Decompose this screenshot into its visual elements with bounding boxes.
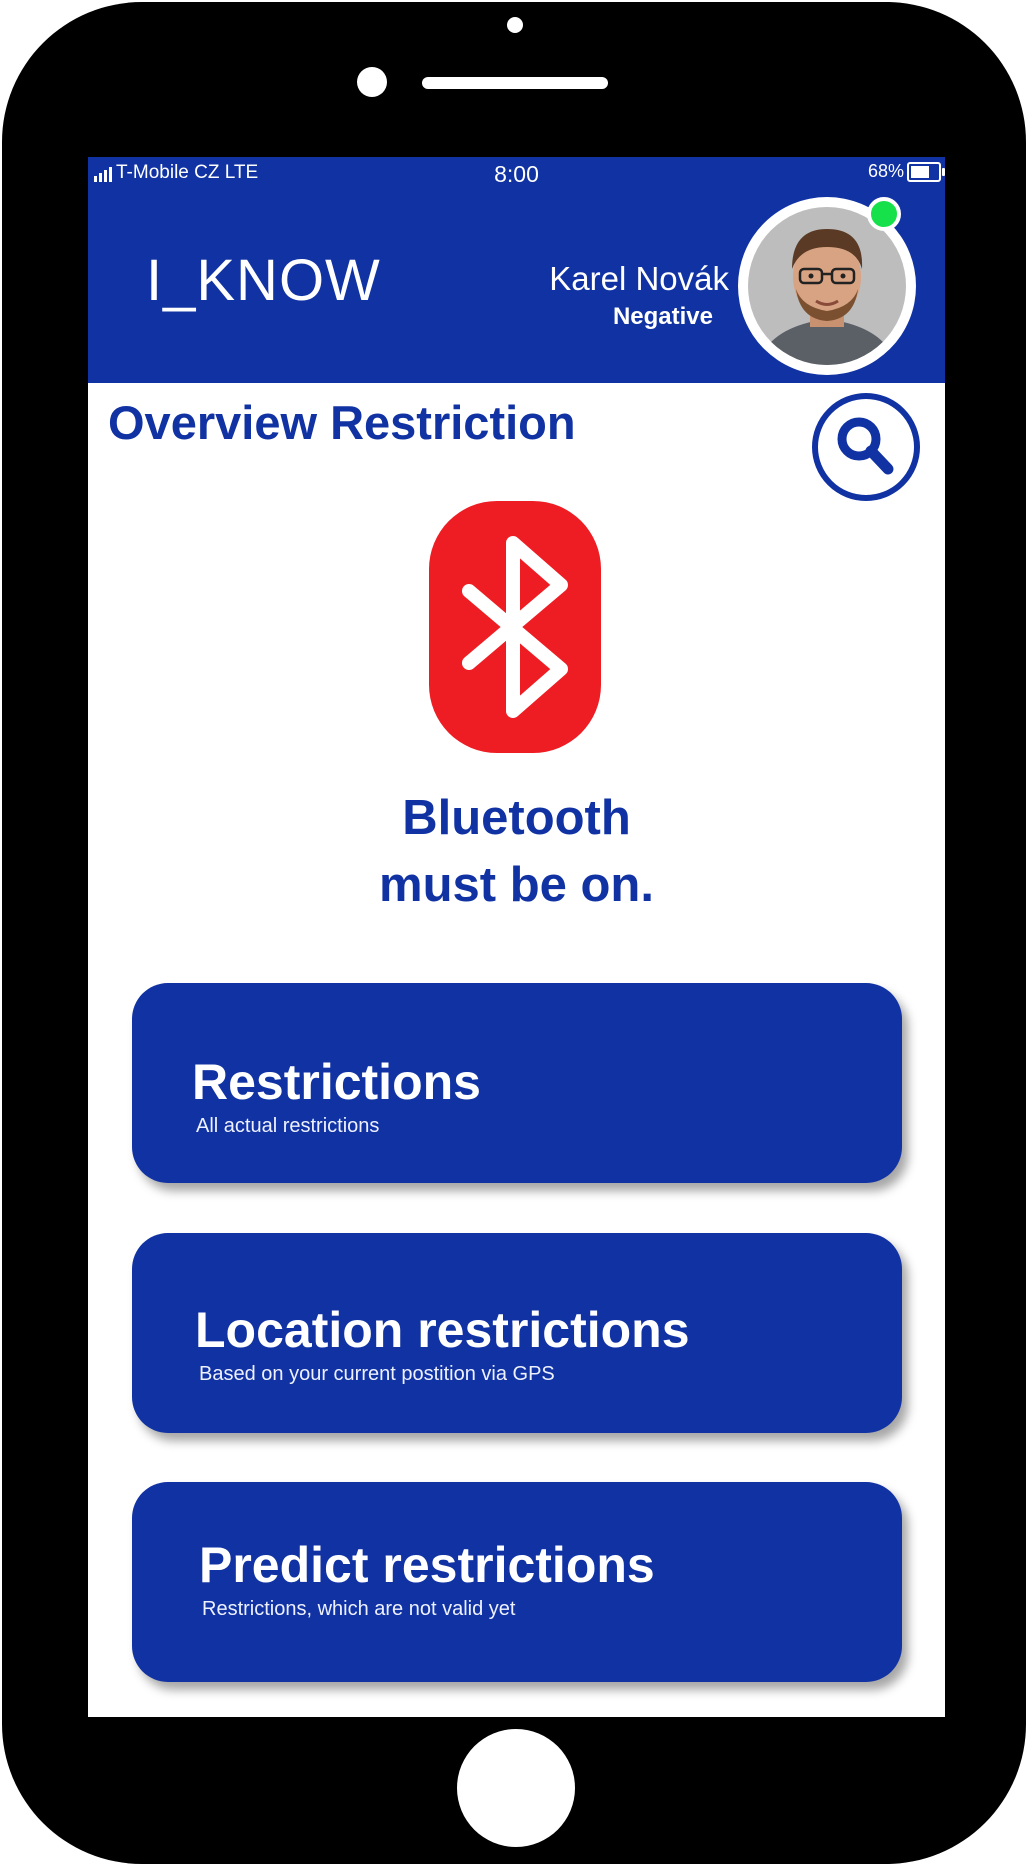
battery-percent: 68% [867, 161, 904, 181]
search-icon [812, 393, 920, 501]
app-header: T-Mobile CZ LTE 8:00 68% I_KNOW Karel No… [88, 157, 945, 383]
bluetooth-warning: Bluetooth must be on. [88, 785, 945, 919]
battery-icon [907, 161, 945, 182]
bluetooth-icon [462, 536, 568, 718]
user-name: Karel Novák [549, 260, 729, 297]
phone-frame: T-Mobile CZ LTE 8:00 68% I_KNOW Karel No… [2, 2, 1026, 1864]
app-logo: I_KNOW [146, 248, 381, 313]
proximity-sensor [507, 17, 523, 33]
search-button[interactable] [812, 393, 920, 501]
online-status-dot [867, 197, 901, 231]
home-button[interactable] [457, 1729, 575, 1847]
page-title: Overview Restriction [108, 396, 576, 449]
front-camera [357, 67, 387, 97]
predict-restrictions-button[interactable]: Predict restrictions Restrictions, which… [132, 1482, 902, 1682]
app-screen: T-Mobile CZ LTE 8:00 68% I_KNOW Karel No… [88, 157, 945, 1717]
card-title: Predict restrictions [199, 1537, 655, 1593]
bluetooth-warning-line2: must be on. [379, 858, 654, 912]
status-bar: T-Mobile CZ LTE 8:00 68% [88, 157, 945, 191]
card-subtitle: All actual restrictions [196, 1115, 380, 1137]
battery-status: 68% [867, 161, 945, 182]
card-title: Restrictions [192, 1054, 481, 1110]
location-restrictions-button[interactable]: Location restrictions Based on your curr… [132, 1233, 902, 1433]
earpiece-speaker [422, 77, 608, 89]
bluetooth-warning-line1: Bluetooth [402, 791, 631, 845]
user-test-status: Negative [612, 303, 713, 330]
status-time: 8:00 [494, 161, 539, 187]
card-subtitle: Based on your current postition via GPS [199, 1363, 555, 1385]
card-subtitle: Restrictions, which are not valid yet [202, 1598, 516, 1620]
card-title: Location restrictions [195, 1302, 690, 1358]
bluetooth-status-badge [429, 501, 601, 753]
restrictions-button[interactable]: Restrictions All actual restrictions [132, 983, 902, 1183]
